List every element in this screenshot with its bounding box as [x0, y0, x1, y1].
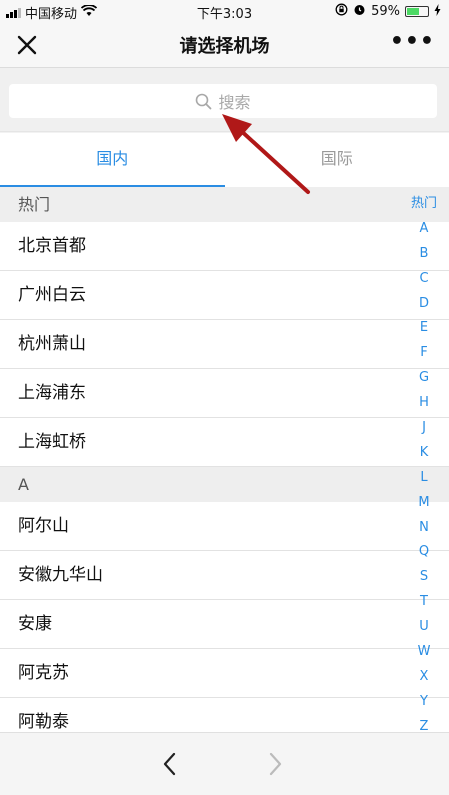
index-letter[interactable]: K	[420, 441, 429, 466]
status-right: 59%	[335, 3, 441, 20]
tab-bar: 国内 国际	[0, 133, 449, 187]
index-letter[interactable]: M	[418, 491, 429, 516]
lock-rotation-icon	[335, 3, 348, 20]
airport-item[interactable]: 杭州萧山	[0, 320, 449, 369]
index-letter[interactable]: A	[420, 217, 429, 242]
index-letter[interactable]: N	[419, 516, 429, 541]
charging-icon	[434, 3, 441, 20]
index-letter[interactable]: T	[420, 590, 428, 615]
alphabet-index[interactable]: 热门 A B C D E F G H J K L M N Q S T U W X Y Z	[409, 192, 439, 740]
index-letter[interactable]: U	[419, 615, 429, 640]
chevron-right-icon	[269, 752, 282, 776]
status-bar: 中国移动 下午3:03 59%	[0, 0, 449, 22]
index-letter[interactable]: F	[420, 341, 427, 366]
index-letter[interactable]: S	[420, 565, 428, 590]
index-letter[interactable]: B	[420, 242, 429, 267]
search-area: 搜索	[0, 68, 449, 132]
index-letter[interactable]: X	[420, 665, 429, 690]
alarm-icon	[353, 3, 366, 20]
chevron-left-icon	[163, 752, 176, 776]
airport-list: 热门 北京首都 广州白云 杭州萧山 上海浦东 上海虹桥 A 阿尔山 安徽九华山 …	[0, 187, 449, 732]
back-button[interactable]	[160, 751, 180, 781]
page-title: 请选择机场	[179, 36, 270, 57]
tab-domestic[interactable]: 国内	[0, 133, 225, 187]
airport-item[interactable]: 安徽九华山	[0, 551, 449, 600]
index-letter[interactable]: J	[422, 416, 426, 441]
tab-international[interactable]: 国际	[225, 133, 449, 187]
section-header-hot: 热门	[0, 187, 449, 222]
airport-item[interactable]: 阿尔山	[0, 502, 449, 551]
airport-item[interactable]: 安康	[0, 600, 449, 649]
airport-item[interactable]: 上海虹桥	[0, 418, 449, 467]
forward-button[interactable]	[265, 751, 285, 781]
search-input[interactable]: 搜索	[9, 84, 437, 118]
index-letter[interactable]: E	[420, 316, 428, 341]
airport-item[interactable]: 阿勒泰	[0, 698, 449, 732]
airport-item[interactable]: 广州白云	[0, 271, 449, 320]
battery-percent: 59%	[371, 4, 400, 19]
index-letter[interactable]: Q	[419, 540, 429, 565]
index-letter[interactable]: H	[419, 391, 429, 416]
airport-item[interactable]: 上海浦东	[0, 369, 449, 418]
index-letter[interactable]: 热门	[411, 192, 437, 217]
index-letter[interactable]: G	[419, 366, 429, 391]
search-placeholder: 搜索	[218, 93, 251, 112]
section-header-a: A	[0, 467, 449, 502]
battery-icon	[405, 6, 429, 17]
search-icon	[195, 93, 212, 110]
bottom-toolbar	[0, 732, 449, 795]
airport-item[interactable]: 北京首都	[0, 222, 449, 271]
index-letter[interactable]: L	[420, 466, 427, 491]
more-button[interactable]: •••	[390, 29, 435, 54]
airport-item[interactable]: 阿克苏	[0, 649, 449, 698]
index-letter[interactable]: W	[418, 640, 431, 665]
nav-bar: 请选择机场 •••	[0, 22, 449, 68]
index-letter[interactable]: Y	[420, 690, 428, 715]
index-letter[interactable]: D	[419, 292, 429, 317]
index-letter[interactable]: C	[419, 267, 428, 292]
